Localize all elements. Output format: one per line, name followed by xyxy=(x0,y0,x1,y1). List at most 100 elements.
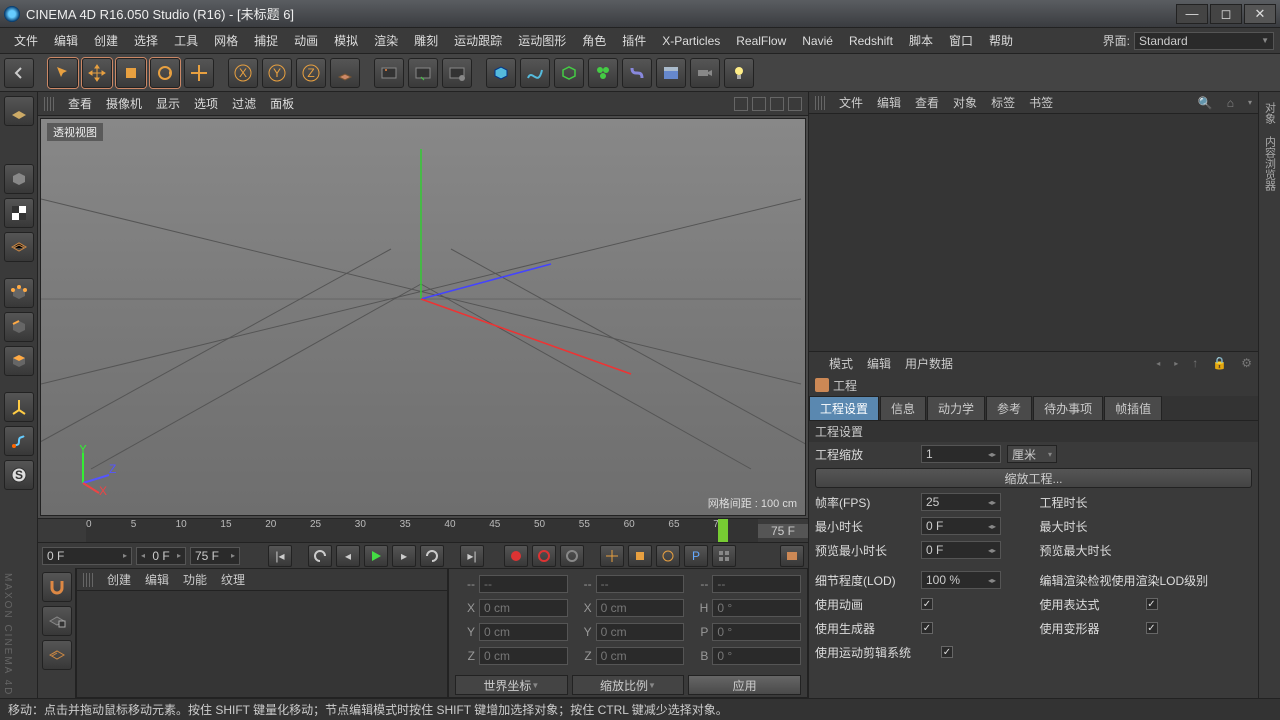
layout-combo[interactable]: Standard▼ xyxy=(1134,32,1274,50)
mat-menu-create[interactable]: 创建 xyxy=(107,571,131,588)
key-pla-button[interactable] xyxy=(712,545,736,567)
goto-end-button[interactable]: ▸| xyxy=(460,545,484,567)
keyframe-sel-button[interactable] xyxy=(560,545,584,567)
useexpr-check[interactable]: ✓ xyxy=(1146,598,1158,610)
gear-icon[interactable]: ⚙ xyxy=(1241,356,1252,370)
menu-animate[interactable]: 动画 xyxy=(286,32,326,49)
view-menu-view[interactable]: 查看 xyxy=(68,95,92,112)
render-pv[interactable] xyxy=(408,58,438,88)
timeline-settings-button[interactable] xyxy=(780,545,804,567)
obj-menu-file[interactable]: 文件 xyxy=(839,94,863,111)
point-mode[interactable] xyxy=(4,278,34,308)
tab-interp[interactable]: 帧插值 xyxy=(1104,396,1162,420)
pos-z-field[interactable]: 0 cm xyxy=(479,647,568,665)
obj-menu-tags[interactable]: 标签 xyxy=(991,94,1015,111)
view-nav-icon[interactable] xyxy=(734,97,748,111)
scale-project-button[interactable]: 缩放工程... xyxy=(815,468,1252,488)
fps-field[interactable]: 25◂▸ xyxy=(921,493,1001,511)
obj-menu-edit[interactable]: 编辑 xyxy=(877,94,901,111)
next-frame-button[interactable]: ▸ xyxy=(392,545,416,567)
mat-menu-function[interactable]: 功能 xyxy=(183,571,207,588)
menu-create[interactable]: 创建 xyxy=(86,32,126,49)
coord-system[interactable] xyxy=(330,58,360,88)
view-nav-icon[interactable] xyxy=(788,97,802,111)
prev-frame-button[interactable]: ◂ xyxy=(336,545,360,567)
tab-dynamics[interactable]: 动力学 xyxy=(927,396,985,420)
lod-field[interactable]: 100 %◂▸ xyxy=(921,571,1001,589)
tab-todo[interactable]: 待办事项 xyxy=(1033,396,1103,420)
scale-field[interactable]: 1◂▸ xyxy=(921,445,1001,463)
attr-menu-edit[interactable]: 编辑 xyxy=(867,355,891,372)
texture-mode[interactable] xyxy=(4,198,34,228)
key-rot-button[interactable] xyxy=(656,545,680,567)
tweak-mode[interactable] xyxy=(4,426,34,456)
view-menu-panel[interactable]: 面板 xyxy=(270,95,294,112)
next-key-button[interactable] xyxy=(420,545,444,567)
goto-start-button[interactable]: |◂ xyxy=(268,545,292,567)
menu-track[interactable]: 运动跟踪 xyxy=(446,32,510,49)
scale-tool[interactable] xyxy=(116,58,146,88)
render-settings[interactable] xyxy=(442,58,472,88)
key-scale-button[interactable] xyxy=(628,545,652,567)
move-tool[interactable] xyxy=(82,58,112,88)
obj-menu-bookmarks[interactable]: 书签 xyxy=(1029,94,1053,111)
minimize-button[interactable]: — xyxy=(1176,4,1208,24)
nav-fwd-icon[interactable]: ▸ xyxy=(1174,359,1178,368)
prevmin-field[interactable]: 0 F◂▸ xyxy=(921,541,1001,559)
menu-mograph[interactable]: 运动图形 xyxy=(510,32,574,49)
rot-p-field[interactable]: 0 ° xyxy=(712,623,801,641)
add-generator[interactable] xyxy=(554,58,584,88)
record-button[interactable] xyxy=(504,545,528,567)
menu-help[interactable]: 帮助 xyxy=(981,32,1021,49)
perspective-viewport[interactable]: 透视视图 Y Z X 网格间距 : 100 cm xyxy=(40,118,806,516)
rot-b-field[interactable]: 0 ° xyxy=(712,647,801,665)
menu-edit[interactable]: 编辑 xyxy=(46,32,86,49)
usedef-check[interactable]: ✓ xyxy=(1146,622,1158,634)
pos-y-field[interactable]: 0 cm xyxy=(479,623,568,641)
z-axis-lock[interactable]: Z xyxy=(296,58,326,88)
view-nav-icon[interactable] xyxy=(770,97,784,111)
pos-x-field[interactable]: 0 cm xyxy=(479,599,568,617)
coord-world-combo[interactable]: 世界坐标 ▼ xyxy=(455,675,568,695)
y-axis-lock[interactable]: Y xyxy=(262,58,292,88)
menu-simulate[interactable]: 模拟 xyxy=(326,32,366,49)
model-mode[interactable] xyxy=(4,164,34,194)
menu-script[interactable]: 脚本 xyxy=(901,32,941,49)
rotate-tool[interactable] xyxy=(150,58,180,88)
object-tree[interactable] xyxy=(809,114,1258,351)
playhead[interactable] xyxy=(718,519,728,542)
menu-mesh[interactable]: 网格 xyxy=(206,32,246,49)
coord-scale-combo[interactable]: 缩放比例 ▼ xyxy=(572,675,685,695)
coord-apply-button[interactable]: 应用 xyxy=(688,675,801,695)
add-light[interactable] xyxy=(724,58,754,88)
mat-menu-edit[interactable]: 编辑 xyxy=(145,571,169,588)
chevron-icon[interactable]: ▾ xyxy=(1248,98,1252,107)
obj-menu-view[interactable]: 查看 xyxy=(915,94,939,111)
tab-info[interactable]: 信息 xyxy=(880,396,926,420)
autokey-button[interactable] xyxy=(532,545,556,567)
lock-icon[interactable]: 🔒 xyxy=(1212,356,1227,370)
make-editable[interactable] xyxy=(4,96,34,126)
last-tool[interactable] xyxy=(184,58,214,88)
attr-menu-userdata[interactable]: 用户数据 xyxy=(905,355,953,372)
rot-h-field[interactable]: 0 ° xyxy=(712,599,801,617)
menu-navie[interactable]: Navié xyxy=(794,34,841,48)
menu-redshift[interactable]: Redshift xyxy=(841,34,901,48)
add-mograph[interactable] xyxy=(588,58,618,88)
size-x-field[interactable]: 0 cm xyxy=(596,599,685,617)
menu-file[interactable]: 文件 xyxy=(6,32,46,49)
material-list[interactable] xyxy=(77,591,447,697)
usemot-check[interactable]: ✓ xyxy=(941,646,953,658)
view-menu-options[interactable]: 选项 xyxy=(194,95,218,112)
view-menu-display[interactable]: 显示 xyxy=(156,95,180,112)
x-axis-lock[interactable]: X xyxy=(228,58,258,88)
timeline-ruler[interactable]: 0510152025303540455055606570 75 F xyxy=(38,518,808,542)
current-frame-a[interactable]: ◂0 F▸ xyxy=(136,547,186,565)
right-tab-1[interactable]: 对象 xyxy=(1260,96,1280,130)
add-camera[interactable] xyxy=(690,58,720,88)
view-menu-camera[interactable]: 摄像机 xyxy=(106,95,142,112)
menu-select[interactable]: 选择 xyxy=(126,32,166,49)
view-menu-filter[interactable]: 过滤 xyxy=(232,95,256,112)
attr-menu-mode[interactable]: 模式 xyxy=(829,355,853,372)
mintime-field[interactable]: 0 F◂▸ xyxy=(921,517,1001,535)
